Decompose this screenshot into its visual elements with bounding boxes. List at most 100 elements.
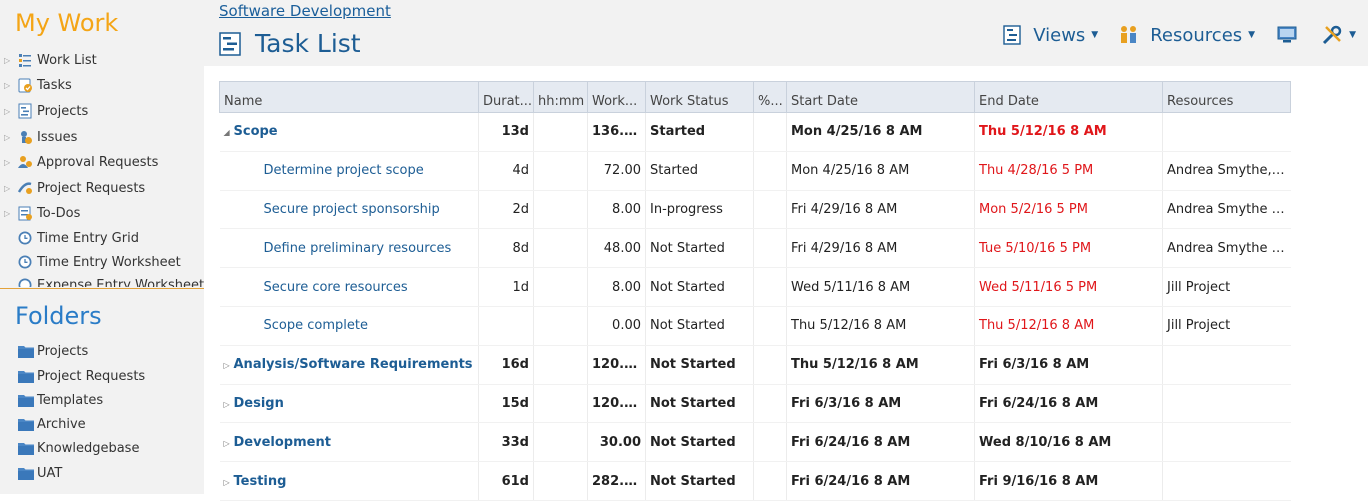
work-status-cell[interactable]: Not Started <box>645 267 754 307</box>
folder-item-project-requests[interactable]: Project Requests <box>18 365 145 387</box>
end-date-cell[interactable]: Tue 5/10/16 5 PM <box>974 228 1163 269</box>
start-date-cell[interactable]: Mon 4/25/16 8 AM <box>786 151 975 191</box>
hhmm-cell[interactable] <box>533 384 588 424</box>
folder-item-uat[interactable]: UAT <box>18 462 62 484</box>
work-status-cell[interactable]: Not Started <box>645 306 754 346</box>
expand-arrow-icon[interactable]: ▷ <box>4 158 14 167</box>
work-status-cell[interactable]: Not Started <box>645 422 754 463</box>
sidebar-item-project-requests[interactable]: ▷ Project Requests <box>0 177 145 199</box>
work-status-cell[interactable]: Not Started <box>645 345 754 385</box>
work-cell[interactable]: 136.00 <box>587 112 646 152</box>
expand-icon[interactable]: ▷ <box>224 478 234 487</box>
percent-cell[interactable] <box>753 461 787 501</box>
duration-cell[interactable]: 15d <box>478 384 534 424</box>
sidebar-item-expense-entry-worksheet[interactable]: ▷ Expense Entry Worksheet <box>0 274 204 287</box>
work-status-cell[interactable]: Not Started <box>645 461 754 501</box>
end-date-cell[interactable]: Thu 5/12/16 8 AM <box>974 306 1163 346</box>
breadcrumb[interactable]: Software Development <box>219 2 391 20</box>
resources-cell[interactable] <box>1162 112 1291 152</box>
task-name[interactable]: Define preliminary resources <box>234 241 452 256</box>
sidebar-item-issues[interactable]: ▷ Issues <box>0 126 77 148</box>
expand-arrow-icon[interactable]: ▷ <box>4 133 14 142</box>
work-status-cell[interactable]: Started <box>645 151 754 191</box>
percent-cell[interactable] <box>753 112 787 152</box>
sidebar-item-to-dos[interactable]: ▷ To-Dos <box>0 202 80 224</box>
resources-cell[interactable]: Jill Project <box>1162 267 1291 307</box>
duration-cell[interactable]: 2d <box>478 190 534 230</box>
duration-cell[interactable]: 33d <box>478 422 534 463</box>
table-row[interactable]: Scope complete 0.00 Not Started Thu 5/12/16… <box>219 306 1291 346</box>
task-name[interactable]: Testing <box>234 474 287 489</box>
duration-cell[interactable]: 8d <box>478 228 534 269</box>
percent-cell[interactable] <box>753 190 787 230</box>
column-header-name[interactable]: Name <box>219 81 479 113</box>
sidebar-item-tasks[interactable]: ▷ Tasks <box>0 74 72 96</box>
task-name-cell[interactable]: ▷ Analysis/Software Requirements <box>219 345 479 385</box>
work-cell[interactable]: 8.00 <box>587 267 646 307</box>
percent-cell[interactable] <box>753 345 787 385</box>
start-date-cell[interactable]: Fri 4/29/16 8 AM <box>786 228 975 269</box>
column-header-start-date[interactable]: Start Date <box>786 81 975 113</box>
end-date-cell[interactable]: Fri 6/3/16 8 AM <box>974 345 1163 385</box>
work-status-cell[interactable]: In-progress <box>645 190 754 230</box>
task-name-cell[interactable]: Determine project scope <box>219 151 479 191</box>
percent-cell[interactable] <box>753 422 787 463</box>
views-button[interactable]: Views ▼ <box>1003 25 1098 46</box>
work-cell[interactable]: 120.00 <box>587 345 646 385</box>
column-header-resources[interactable]: Resources <box>1162 81 1291 113</box>
table-row[interactable]: ▷ Development 33d 30.00 Not Started Fri 6/24/… <box>219 422 1291 463</box>
duration-cell[interactable]: 61d <box>478 461 534 501</box>
table-row[interactable]: ▷ Testing 61d 282.00 Not Started Fri 6/24/16 … <box>219 461 1291 501</box>
expand-icon[interactable]: ▷ <box>224 400 234 409</box>
sidebar-item-time-entry-worksheet[interactable]: ▷ Time Entry Worksheet <box>0 251 181 273</box>
resources-cell[interactable] <box>1162 345 1291 385</box>
duration-cell[interactable]: 13d <box>478 112 534 152</box>
task-name[interactable]: Secure core resources <box>234 280 408 295</box>
task-name-cell[interactable]: ▷ Design <box>219 384 479 424</box>
task-name[interactable]: Scope complete <box>234 318 368 333</box>
task-name-cell[interactable]: Scope complete <box>219 306 479 346</box>
expand-arrow-icon[interactable]: ▷ <box>4 184 14 193</box>
hhmm-cell[interactable] <box>533 267 588 307</box>
end-date-cell[interactable]: Wed 8/10/16 8 AM <box>974 422 1163 463</box>
expand-arrow-icon[interactable]: ▷ <box>4 209 14 218</box>
display-button[interactable] <box>1277 26 1297 44</box>
hhmm-cell[interactable] <box>533 112 588 152</box>
work-cell[interactable]: 30.00 <box>587 422 646 463</box>
table-row[interactable]: ▷ Design 15d 120.00 Not Started Fri 6/3/16 8 … <box>219 384 1291 424</box>
start-date-cell[interactable]: Fri 6/24/16 8 AM <box>786 461 975 501</box>
duration-cell[interactable]: 1d <box>478 267 534 307</box>
hhmm-cell[interactable] <box>533 228 588 269</box>
table-row[interactable]: Determine project scope 4d 72.00 Started Mon… <box>219 151 1291 191</box>
start-date-cell[interactable]: Fri 6/24/16 8 AM <box>786 422 975 463</box>
percent-cell[interactable] <box>753 228 787 269</box>
end-date-cell[interactable]: Mon 5/2/16 5 PM <box>974 190 1163 230</box>
sidebar-item-work-list[interactable]: ▷ Work List <box>0 49 97 71</box>
work-cell[interactable]: 282.00 <box>587 461 646 501</box>
expand-arrow-icon[interactable]: ▷ <box>4 81 14 90</box>
expand-icon[interactable]: ▷ <box>224 361 234 370</box>
end-date-cell[interactable]: Fri 9/16/16 8 AM <box>974 461 1163 501</box>
work-status-cell[interactable]: Started <box>645 112 754 152</box>
column-header-end-date[interactable]: End Date <box>974 81 1163 113</box>
duration-cell[interactable]: 4d <box>478 151 534 191</box>
folder-item-archive[interactable]: Archive <box>18 413 86 435</box>
resources-cell[interactable]: Andrea Smythe (3... <box>1162 228 1291 269</box>
resources-cell[interactable] <box>1162 384 1291 424</box>
expand-arrow-icon[interactable]: ▷ <box>4 107 14 116</box>
hhmm-cell[interactable] <box>533 151 588 191</box>
resources-cell[interactable]: Andrea Smythe, J... <box>1162 151 1291 191</box>
expand-arrow-icon[interactable]: ▷ <box>4 56 14 65</box>
work-cell[interactable]: 8.00 <box>587 190 646 230</box>
sidebar-item-projects[interactable]: ▷ Projects <box>0 100 88 122</box>
hhmm-cell[interactable] <box>533 422 588 463</box>
start-date-cell[interactable]: Fri 6/3/16 8 AM <box>786 384 975 424</box>
start-date-cell[interactable]: Fri 4/29/16 8 AM <box>786 190 975 230</box>
hhmm-cell[interactable] <box>533 461 588 501</box>
work-cell[interactable]: 48.00 <box>587 228 646 269</box>
percent-cell[interactable] <box>753 306 787 346</box>
percent-cell[interactable] <box>753 384 787 424</box>
sidebar-item-approval-requests[interactable]: ▷ Approval Requests <box>0 151 158 173</box>
task-name[interactable]: Scope <box>234 124 278 139</box>
resources-cell[interactable] <box>1162 422 1291 463</box>
